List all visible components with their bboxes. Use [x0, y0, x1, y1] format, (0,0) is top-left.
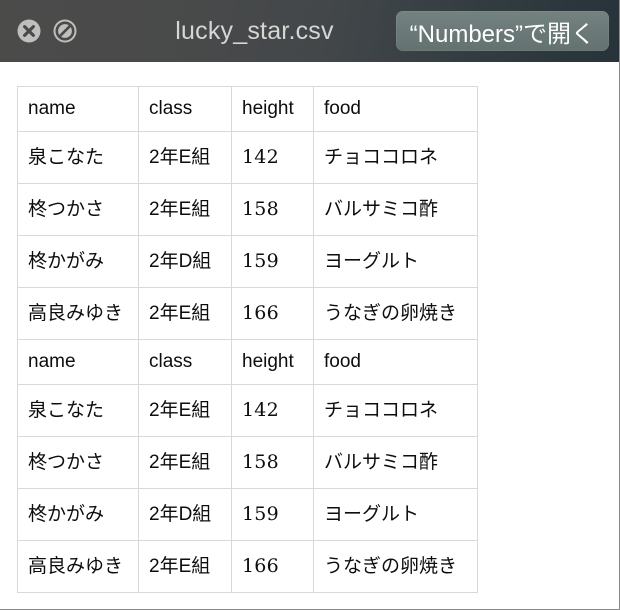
column-header-height: height — [231, 339, 314, 385]
column-header-name: name — [17, 86, 139, 132]
cell-height: 159 — [231, 488, 314, 541]
table-row: 柊かがみ 2年D組 159 ヨーグルト — [17, 235, 478, 288]
column-header-height: height — [231, 86, 314, 132]
cell-height: 142 — [231, 131, 314, 184]
cell-class: 2年E組 — [138, 540, 232, 593]
prohibited-circle-icon[interactable] — [52, 18, 78, 44]
cell-height: 159 — [231, 235, 314, 288]
cell-food: チョココロネ — [313, 131, 478, 184]
cell-food: チョココロネ — [313, 384, 478, 437]
cell-name: 泉こなた — [17, 131, 139, 184]
open-in-numbers-button[interactable]: “Numbers”で開く — [395, 11, 609, 51]
cell-food: うなぎの卵焼き — [313, 540, 478, 593]
cell-name: 高良みゆき — [17, 540, 139, 593]
table-row: 高良みゆき 2年E組 166 うなぎの卵焼き — [17, 540, 478, 593]
cell-height: 142 — [231, 384, 314, 437]
cell-class: 2年D組 — [138, 488, 232, 541]
cell-food: ヨーグルト — [313, 235, 478, 288]
cell-name: 泉こなた — [17, 384, 139, 437]
preview-content: name class height food 泉こなた 2年E組 142 チョコ… — [0, 62, 619, 609]
cell-name: 柊かがみ — [17, 488, 139, 541]
cell-class: 2年E組 — [138, 287, 232, 340]
cell-class: 2年D組 — [138, 235, 232, 288]
table-row: 柊つかさ 2年E組 158 バルサミコ酢 — [17, 183, 478, 236]
open-in-numbers-button-label: “Numbers”で開く — [409, 20, 595, 48]
table-row: 泉こなた 2年E組 142 チョココロネ — [17, 131, 478, 184]
table-row: 泉こなた 2年E組 142 チョココロネ — [17, 384, 478, 437]
cell-height: 158 — [231, 436, 314, 489]
cell-food: バルサミコ酢 — [313, 436, 478, 489]
column-header-food: food — [313, 339, 478, 385]
cell-height: 158 — [231, 183, 314, 236]
cell-class: 2年E組 — [138, 183, 232, 236]
titlebar: lucky_star.csv “Numbers”で開く — [0, 0, 619, 62]
quicklook-window: lucky_star.csv “Numbers”で開く name class h… — [0, 0, 620, 610]
cell-name: 柊かがみ — [17, 235, 139, 288]
cell-name: 高良みゆき — [17, 287, 139, 340]
cell-food: うなぎの卵焼き — [313, 287, 478, 340]
column-header-class: class — [138, 339, 232, 385]
cell-name: 柊つかさ — [17, 436, 139, 489]
cell-class: 2年E組 — [138, 436, 232, 489]
column-header-name: name — [17, 339, 139, 385]
table-row: 柊かがみ 2年D組 159 ヨーグルト — [17, 488, 478, 541]
table-header-row: name class height food — [17, 339, 478, 385]
table-row: 柊つかさ 2年E組 158 バルサミコ酢 — [17, 436, 478, 489]
cell-class: 2年E組 — [138, 131, 232, 184]
column-header-food: food — [313, 86, 478, 132]
cell-height: 166 — [231, 287, 314, 340]
table-header-row: name class height food — [17, 86, 478, 132]
column-header-class: class — [138, 86, 232, 132]
table-row: 高良みゆき 2年E組 166 うなぎの卵焼き — [17, 287, 478, 340]
cell-height: 166 — [231, 540, 314, 593]
close-circle-icon[interactable] — [16, 18, 42, 44]
cell-class: 2年E組 — [138, 384, 232, 437]
csv-table: name class height food 泉こなた 2年E組 142 チョコ… — [17, 86, 478, 593]
cell-name: 柊つかさ — [17, 183, 139, 236]
cell-food: バルサミコ酢 — [313, 183, 478, 236]
cell-food: ヨーグルト — [313, 488, 478, 541]
